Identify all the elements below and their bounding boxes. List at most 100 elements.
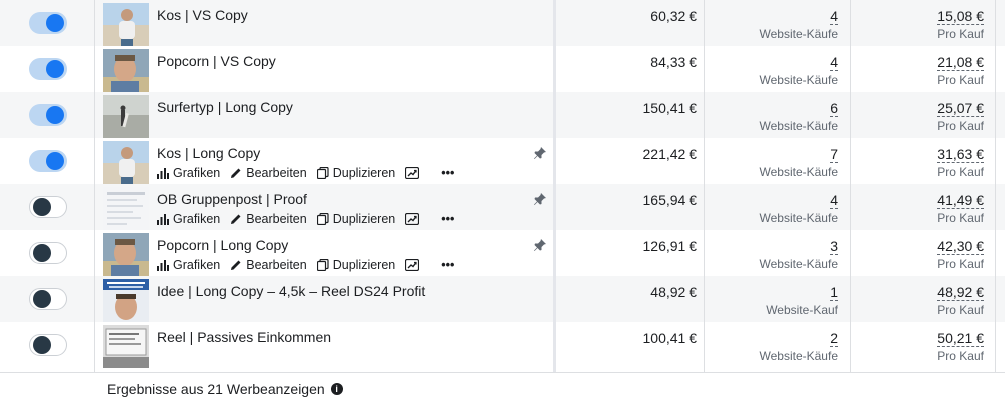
- results-summary: Ergebnisse aus 21 Werbeanzeigen i: [107, 381, 343, 397]
- ad-name[interactable]: Popcorn | VS Copy: [157, 53, 276, 69]
- results-value[interactable]: 6: [708, 100, 838, 117]
- cost-per-result[interactable]: 50,21 €: [852, 330, 984, 347]
- table-row[interactable]: Surfertyp | Long Copy 150,41 € 6 Website…: [0, 92, 1005, 138]
- cost-per-result[interactable]: 41,49 €: [852, 192, 984, 209]
- table-row[interactable]: Kos | Long Copy 221,42 € 7 Website-Käufe…: [0, 138, 1005, 184]
- cost-number: 42,30 €: [937, 238, 984, 255]
- row-actions: Grafiken Bearbeiten Duplizieren •••: [157, 211, 464, 227]
- results-number: 3: [830, 238, 838, 255]
- trend-icon[interactable]: [405, 213, 423, 225]
- cost-per-result[interactable]: 31,63 €: [852, 146, 984, 163]
- edit-button[interactable]: Bearbeiten: [230, 166, 307, 180]
- delivery-toggle[interactable]: [29, 242, 67, 264]
- ad-name[interactable]: OB Gruppenpost | Proof: [157, 191, 307, 207]
- pin-icon[interactable]: [533, 146, 547, 160]
- column-divider: [850, 0, 851, 402]
- duplicate-button[interactable]: Duplizieren: [316, 212, 395, 226]
- table-row[interactable]: Popcorn | Long Copy 126,91 € 3 Website-K…: [0, 230, 1005, 276]
- ad-name[interactable]: Surfertyp | Long Copy: [157, 99, 293, 115]
- more-button[interactable]: •••: [441, 258, 454, 272]
- ad-thumbnail[interactable]: [103, 3, 149, 46]
- ad-name[interactable]: Reel | Passives Einkommen: [157, 329, 331, 345]
- results-number: 1: [830, 284, 838, 301]
- charts-button[interactable]: Grafiken: [157, 258, 220, 272]
- cost-per-result[interactable]: 21,08 €: [852, 54, 984, 71]
- pin-icon[interactable]: [533, 192, 547, 206]
- table-row[interactable]: Popcorn | VS Copy 84,33 € 4 Website-Käuf…: [0, 46, 1005, 92]
- selfie-thumbnail: [103, 49, 149, 92]
- results-value[interactable]: 4: [708, 8, 838, 25]
- ad-thumbnail[interactable]: [103, 95, 149, 138]
- amount-spent: 150,41 €: [642, 100, 698, 116]
- ad-name[interactable]: Idee | Long Copy – 4,5k – Reel DS24 Prof…: [157, 283, 425, 299]
- delivery-toggle[interactable]: [29, 58, 67, 80]
- results-number: 2: [830, 330, 838, 347]
- cost-number: 41,49 €: [937, 192, 984, 209]
- table-row[interactable]: OB Gruppenpost | Proof 165,94 € 4 Websit…: [0, 184, 1005, 230]
- edit-button[interactable]: Bearbeiten: [230, 212, 307, 226]
- cost-per-result[interactable]: 48,92 €: [852, 284, 984, 301]
- amount-spent: 48,92 €: [650, 284, 697, 300]
- toggle-knob: [33, 198, 51, 216]
- ad-thumbnail[interactable]: [103, 187, 149, 230]
- ad-name[interactable]: Kos | VS Copy: [157, 7, 248, 23]
- table-row[interactable]: Reel | Passives Einkommen 100,41 € 2 Web…: [0, 322, 1005, 368]
- more-button[interactable]: •••: [441, 166, 454, 180]
- results-value[interactable]: 4: [708, 192, 838, 209]
- results-value[interactable]: 2: [708, 330, 838, 347]
- toggle-knob: [46, 152, 64, 170]
- amount-spent: 100,41 €: [642, 330, 698, 346]
- charts-button[interactable]: Grafiken: [157, 166, 220, 180]
- charts-button[interactable]: Grafiken: [157, 212, 220, 226]
- duplicate-button[interactable]: Duplizieren: [316, 166, 395, 180]
- cost-per-result[interactable]: 15,08 €: [852, 8, 984, 25]
- column-divider: [704, 0, 705, 402]
- cost-per-result[interactable]: 42,30 €: [852, 238, 984, 255]
- cost-label: Pro Kauf: [937, 165, 984, 179]
- delivery-toggle[interactable]: [29, 288, 67, 310]
- duplicate-button[interactable]: Duplizieren: [316, 258, 395, 272]
- edit-button[interactable]: Bearbeiten: [230, 258, 307, 272]
- amount-spent: 165,94 €: [642, 192, 698, 208]
- cost-label: Pro Kauf: [937, 257, 984, 271]
- results-number: 6: [830, 100, 838, 117]
- ad-thumbnail[interactable]: [103, 279, 149, 322]
- toggle-knob: [46, 60, 64, 78]
- amount-spent: 84,33 €: [650, 54, 697, 70]
- ad-thumbnail[interactable]: [103, 141, 149, 184]
- pin-icon[interactable]: [533, 238, 547, 252]
- results-value[interactable]: 1: [708, 284, 838, 301]
- delivery-toggle[interactable]: [29, 12, 67, 34]
- info-icon[interactable]: i: [330, 383, 343, 395]
- delivery-toggle[interactable]: [29, 104, 67, 126]
- trend-icon[interactable]: [405, 259, 423, 271]
- toggle-knob: [46, 106, 64, 124]
- ad-thumbnail[interactable]: [103, 233, 149, 276]
- more-button[interactable]: •••: [441, 212, 454, 226]
- document-thumbnail: [103, 187, 149, 230]
- results-label: Website-Käufe: [759, 349, 839, 363]
- results-label: Website-Käufe: [759, 165, 839, 179]
- cost-per-result[interactable]: 25,07 €: [852, 100, 984, 117]
- cost-number: 21,08 €: [937, 54, 984, 71]
- delivery-toggle[interactable]: [29, 150, 67, 172]
- ad-thumbnail[interactable]: [103, 49, 149, 92]
- table-row[interactable]: Kos | VS Copy 60,32 € 4 Website-Käufe 15…: [0, 0, 1005, 46]
- column-divider-frozen[interactable]: [553, 0, 556, 402]
- results-value[interactable]: 7: [708, 146, 838, 163]
- amount-spent: 221,42 €: [642, 146, 698, 162]
- table-row[interactable]: Idee | Long Copy – 4,5k – Reel DS24 Prof…: [0, 276, 1005, 322]
- delivery-toggle[interactable]: [29, 334, 67, 356]
- results-value[interactable]: 4: [708, 54, 838, 71]
- ad-thumbnail[interactable]: [103, 325, 149, 368]
- results-label: Website-Käufe: [759, 257, 839, 271]
- results-value[interactable]: 3: [708, 238, 838, 255]
- ad-name[interactable]: Popcorn | Long Copy: [157, 237, 288, 253]
- delivery-toggle[interactable]: [29, 196, 67, 218]
- ad-name[interactable]: Kos | Long Copy: [157, 145, 260, 161]
- cost-number: 48,92 €: [937, 284, 984, 301]
- amount-spent: 60,32 €: [650, 8, 697, 24]
- trend-icon[interactable]: [405, 167, 423, 179]
- screen-thumbnail: [103, 325, 149, 368]
- results-number: 4: [830, 54, 838, 71]
